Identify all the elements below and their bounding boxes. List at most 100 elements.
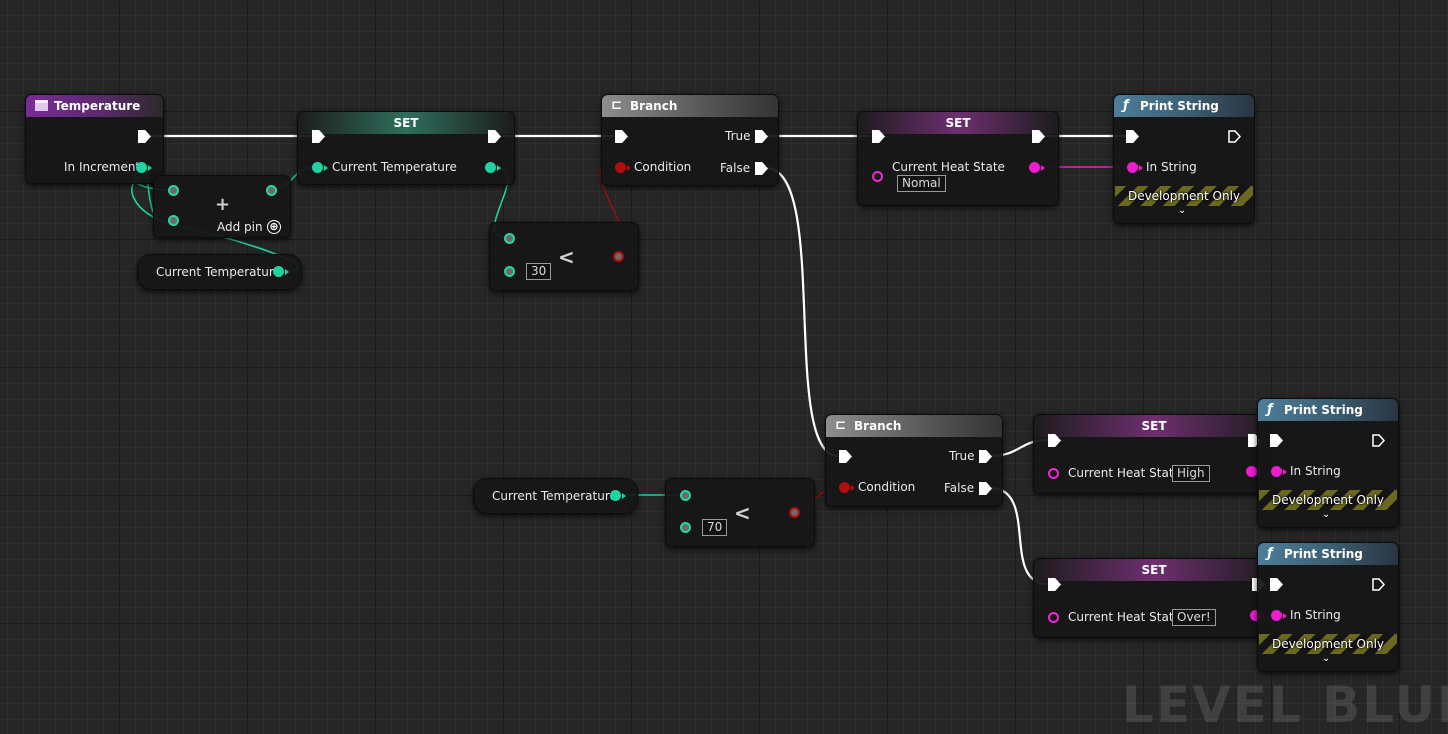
less-than-node[interactable]: 70 < xyxy=(665,478,815,547)
node-title: Print String xyxy=(1284,547,1363,561)
less-than-node[interactable]: 30 < xyxy=(489,222,639,291)
float-in-pin-b[interactable] xyxy=(168,215,179,226)
add-pin-label[interactable]: Add pin xyxy=(217,220,263,234)
node-title: Print String xyxy=(1140,99,1219,113)
string-in-pin[interactable] xyxy=(1048,468,1059,479)
bool-in-pin[interactable] xyxy=(839,482,850,493)
float-out-pin[interactable] xyxy=(485,162,496,173)
node-title: Branch xyxy=(630,99,678,113)
chevron-down-icon[interactable]: ⌄ xyxy=(1322,653,1330,664)
development-only-label: Development Only xyxy=(1271,493,1385,507)
get-current-temperature-node[interactable]: Current Temperature xyxy=(137,254,302,290)
exec-false-pin[interactable] xyxy=(979,482,992,495)
exec-in-pin[interactable] xyxy=(1270,578,1283,591)
exec-true-pin[interactable] xyxy=(755,130,768,143)
heat-state-value-input[interactable]: Over! xyxy=(1172,609,1216,626)
exec-wire xyxy=(765,166,839,458)
float-in-pin[interactable] xyxy=(312,162,323,173)
add-node[interactable]: + Add pin ⊕ xyxy=(153,175,291,238)
float-in-pin-a[interactable] xyxy=(168,185,179,196)
string-out-pin[interactable] xyxy=(1029,162,1040,173)
node-title: SET xyxy=(1141,563,1167,577)
development-only-bar: Development Only xyxy=(1259,634,1397,654)
node-title: SET xyxy=(393,116,419,130)
bool-out-pin[interactable] xyxy=(613,251,624,262)
plus-icon: + xyxy=(215,194,231,215)
chevron-down-icon[interactable]: ⌄ xyxy=(1178,205,1186,216)
exec-in-pin[interactable] xyxy=(615,130,628,143)
bool-out-pin[interactable] xyxy=(789,507,800,518)
float-out-pin[interactable] xyxy=(266,185,277,196)
string-out-pin[interactable] xyxy=(1246,466,1257,477)
less-than-symbol: < xyxy=(558,245,575,269)
function-icon: ƒ xyxy=(1267,546,1273,561)
exec-false-pin[interactable] xyxy=(755,162,768,175)
set-current-temperature-node[interactable]: SET Current Temperature xyxy=(297,111,515,185)
add-pin-icon[interactable]: ⊕ xyxy=(267,220,281,234)
heat-state-value-input[interactable]: Nomal xyxy=(897,175,946,192)
node-header: ƒ Print String xyxy=(1258,543,1398,565)
branch-node[interactable]: ⊏ Branch True Condition False xyxy=(825,414,1003,507)
false-label: False xyxy=(944,481,975,495)
chevron-down-icon[interactable]: ⌄ xyxy=(1322,509,1330,520)
development-only-bar: Development Only xyxy=(1259,490,1397,510)
exec-out-pin[interactable] xyxy=(138,130,151,143)
less-than-symbol: < xyxy=(734,501,751,525)
branch-icon: ⊏ xyxy=(611,98,622,113)
condition-label: Condition xyxy=(634,160,692,174)
float-in-pin-a[interactable] xyxy=(504,233,515,244)
node-title: Print String xyxy=(1284,403,1363,417)
temperature-entry-node[interactable]: Temperature In Increment xyxy=(25,94,164,184)
print-string-node[interactable]: ƒ Print String In String Development Onl… xyxy=(1113,94,1255,224)
compare-value-input[interactable]: 30 xyxy=(526,263,552,280)
float-in-pin-a[interactable] xyxy=(680,490,691,501)
string-in-pin[interactable] xyxy=(1271,466,1282,477)
float-out-pin[interactable] xyxy=(136,162,147,173)
function-icon: ƒ xyxy=(1123,98,1129,113)
pin-label: In Increment xyxy=(64,160,141,174)
set-heat-state-node[interactable]: SET Current Heat State Nomal xyxy=(857,111,1059,206)
node-title: SET xyxy=(945,116,971,130)
compare-value-input[interactable]: 70 xyxy=(702,519,728,536)
development-only-label: Development Only xyxy=(1127,189,1241,203)
exec-out-pin[interactable] xyxy=(1372,434,1385,447)
string-in-pin[interactable] xyxy=(1048,612,1059,623)
false-label: False xyxy=(720,161,751,175)
bool-in-pin[interactable] xyxy=(615,162,626,173)
exec-out-pin[interactable] xyxy=(1372,578,1385,591)
node-title: Branch xyxy=(854,419,902,433)
function-icon: ƒ xyxy=(1267,402,1273,417)
pin-label: Current Heat State xyxy=(1068,610,1181,624)
string-in-pin[interactable] xyxy=(1127,162,1138,173)
pin-label: In String xyxy=(1146,160,1197,174)
heat-state-value-input[interactable]: High xyxy=(1172,465,1210,482)
branch-icon: ⊏ xyxy=(835,418,846,433)
print-string-node[interactable]: ƒ Print String In String Development Onl… xyxy=(1257,398,1399,528)
set-heat-state-node[interactable]: SET Current Heat State Over! xyxy=(1033,558,1275,638)
get-current-temperature-node[interactable]: Current Temperature xyxy=(473,478,638,514)
exec-in-pin[interactable] xyxy=(1126,130,1139,143)
float-in-pin-b[interactable] xyxy=(680,522,691,533)
float-out-pin[interactable] xyxy=(273,266,284,277)
node-title: Temperature xyxy=(54,99,141,113)
true-label: True xyxy=(949,449,975,463)
exec-in-pin[interactable] xyxy=(1270,434,1283,447)
string-in-pin[interactable] xyxy=(872,171,883,182)
float-in-pin-b[interactable] xyxy=(504,266,515,277)
set-heat-state-node[interactable]: SET Current Heat State High xyxy=(1033,414,1275,494)
exec-out-pin[interactable] xyxy=(1228,130,1241,143)
node-header: SET xyxy=(858,112,1058,134)
node-header: SET xyxy=(1034,415,1274,437)
development-only-bar: Development Only xyxy=(1115,186,1253,206)
float-out-pin[interactable] xyxy=(610,490,621,501)
branch-node[interactable]: ⊏ Branch True Condition False xyxy=(601,94,779,186)
node-header: ƒ Print String xyxy=(1258,399,1398,421)
exec-in-pin[interactable] xyxy=(839,450,852,463)
condition-label: Condition xyxy=(858,480,916,494)
node-title: SET xyxy=(1141,419,1167,433)
true-label: True xyxy=(725,129,751,143)
print-string-node[interactable]: ƒ Print String In String Development Onl… xyxy=(1257,542,1399,672)
exec-true-pin[interactable] xyxy=(979,450,992,463)
string-in-pin[interactable] xyxy=(1271,610,1282,621)
function-entry-icon xyxy=(35,100,48,111)
